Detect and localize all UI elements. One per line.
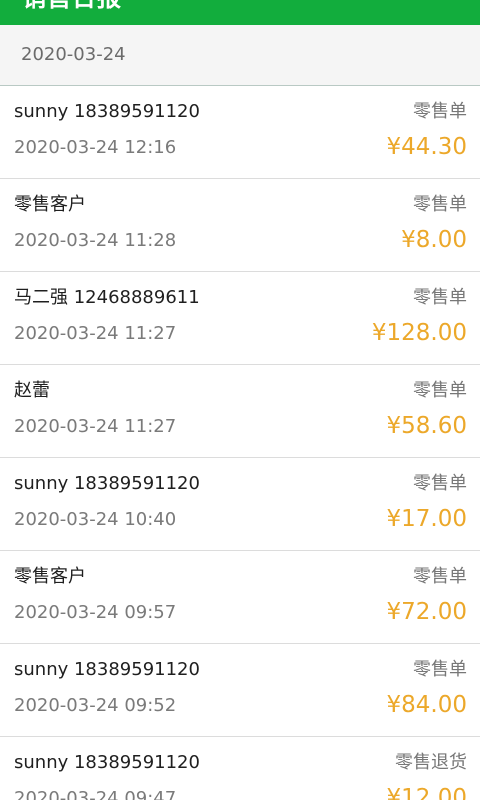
- date-section-header: 2020-03-24: [0, 25, 480, 86]
- order-datetime: 2020-03-24 09:57: [14, 602, 177, 623]
- page-title: 销售日报: [22, 0, 122, 16]
- order-datetime: 2020-03-24 12:16: [14, 137, 177, 158]
- order-amount: ¥8.00: [401, 227, 467, 253]
- order-type: 零售退货: [395, 752, 467, 773]
- order-amount: ¥44.30: [386, 134, 467, 160]
- order-amount: ¥84.00: [386, 692, 467, 718]
- order-customer: 零售客户: [14, 194, 86, 215]
- order-row[interactable]: 赵蕾 零售单 2020-03-24 11:27 ¥58.60: [0, 365, 480, 458]
- order-customer: sunny 18389591120: [14, 752, 200, 773]
- order-list[interactable]: sunny 18389591120 零售单 2020-03-24 12:16 ¥…: [0, 86, 480, 800]
- order-datetime: 2020-03-24 11:28: [14, 230, 177, 251]
- order-customer: sunny 18389591120: [14, 101, 200, 122]
- order-row[interactable]: sunny 18389591120 零售单 2020-03-24 12:16 ¥…: [0, 86, 480, 179]
- order-datetime: 2020-03-24 09:52: [14, 695, 177, 716]
- top-app-bar: 销售日报: [0, 0, 480, 25]
- order-customer: sunny 18389591120: [14, 659, 200, 680]
- order-type: 零售单: [413, 287, 467, 308]
- order-type: 零售单: [413, 473, 467, 494]
- order-customer: 马二强 12468889611: [14, 287, 200, 308]
- order-datetime: 2020-03-24 10:40: [14, 509, 177, 530]
- order-type: 零售单: [413, 194, 467, 215]
- order-row[interactable]: 零售客户 零售单 2020-03-24 11:28 ¥8.00: [0, 179, 480, 272]
- order-amount: ¥128.00: [371, 320, 467, 346]
- order-type: 零售单: [413, 380, 467, 401]
- order-type: 零售单: [413, 566, 467, 587]
- order-amount: ¥17.00: [386, 506, 467, 532]
- order-datetime: 2020-03-24 09:47: [14, 788, 177, 800]
- order-customer: 零售客户: [14, 566, 86, 587]
- order-row[interactable]: sunny 18389591120 零售单 2020-03-24 10:40 ¥…: [0, 458, 480, 551]
- order-type: 零售单: [413, 101, 467, 122]
- order-datetime: 2020-03-24 11:27: [14, 416, 177, 437]
- order-customer: sunny 18389591120: [14, 473, 200, 494]
- order-row[interactable]: sunny 18389591120 零售单 2020-03-24 09:52 ¥…: [0, 644, 480, 737]
- order-amount: ¥58.60: [386, 413, 467, 439]
- order-type: 零售单: [413, 659, 467, 680]
- order-row[interactable]: 马二强 12468889611 零售单 2020-03-24 11:27 ¥12…: [0, 272, 480, 365]
- order-amount: ¥12.00: [386, 785, 467, 800]
- order-amount: ¥72.00: [386, 599, 467, 625]
- section-date: 2020-03-24: [21, 44, 126, 65]
- order-row[interactable]: 零售客户 零售单 2020-03-24 09:57 ¥72.00: [0, 551, 480, 644]
- order-datetime: 2020-03-24 11:27: [14, 323, 177, 344]
- order-customer: 赵蕾: [14, 380, 50, 401]
- order-row[interactable]: sunny 18389591120 零售退货 2020-03-24 09:47 …: [0, 737, 480, 800]
